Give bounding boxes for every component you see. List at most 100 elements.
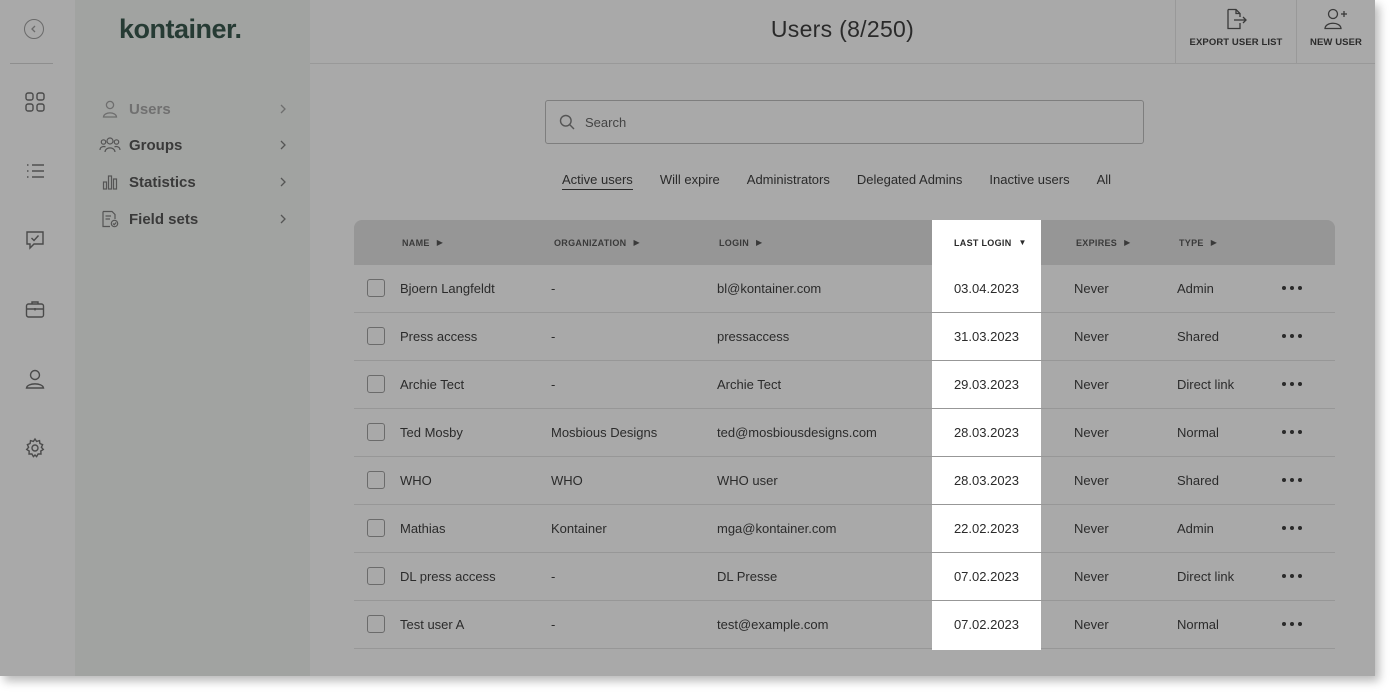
rail-item-list[interactable] (23, 159, 47, 183)
table-row[interactable]: WHO WHO WHO user 28.03.2023 Never Shared (354, 457, 1335, 505)
row-more-options-button[interactable] (1282, 328, 1302, 344)
column-header-name[interactable]: NAME ▶ (402, 220, 443, 265)
sidebar-item-label: Statistics (129, 173, 196, 191)
rail-item-dashboard[interactable] (23, 90, 47, 114)
cell-type: Admin (1177, 521, 1214, 536)
field-sets-icon (99, 209, 121, 229)
dot (1298, 382, 1302, 386)
cell-organization: - (551, 617, 556, 632)
user-filter-tabs: Active users Will expire Administrators … (562, 172, 1138, 190)
cell-organization: WHO (551, 473, 583, 488)
table-row[interactable]: DL press access - DL Presse 07.02.2023 N… (354, 553, 1335, 601)
cell-name: DL press access (400, 569, 496, 584)
cell-login: ted@mosbiousdesigns.com (717, 425, 877, 440)
column-header-login[interactable]: LOGIN ▶ (719, 220, 762, 265)
row-more-options-button[interactable] (1282, 424, 1302, 440)
cell-expires: Never (1074, 521, 1109, 536)
tab-all[interactable]: All (1097, 172, 1111, 190)
cell-name: Ted Mosby (400, 425, 463, 440)
chevron-right-icon (277, 139, 289, 151)
dot (1282, 382, 1286, 386)
sidebar-item-field-sets[interactable]: Field sets (99, 207, 289, 231)
cell-type: Direct link (1177, 569, 1235, 584)
cell-name: Archie Tect (400, 377, 465, 392)
sort-descending-icon: ▼ (1018, 238, 1027, 247)
row-more-options-button[interactable] (1282, 472, 1302, 488)
cell-type: Normal (1177, 425, 1219, 440)
sidebar-item-users[interactable]: Users (99, 97, 289, 121)
cell-organization: - (551, 329, 556, 344)
column-header-organization[interactable]: ORGANIZATION ▶ (554, 220, 640, 265)
cell-organization: - (551, 281, 556, 296)
cell-name: Test user A (400, 617, 465, 632)
column-header-label: ORGANIZATION (554, 237, 627, 248)
table-row[interactable]: Bjoern Langfeldt - bl@kontainer.com 03.0… (354, 265, 1335, 313)
icon-rail (0, 0, 75, 676)
rail-item-profile[interactable] (23, 367, 47, 391)
row-checkbox[interactable] (367, 615, 385, 633)
sidebar-item-groups[interactable]: Groups (99, 133, 289, 157)
tab-will-expire[interactable]: Will expire (660, 172, 720, 190)
row-more-options-button[interactable] (1282, 568, 1302, 584)
sidebar-item-statistics[interactable]: Statistics (99, 170, 289, 194)
cell-login: WHO user (717, 473, 778, 488)
row-checkbox[interactable] (367, 375, 385, 393)
row-checkbox[interactable] (367, 327, 385, 345)
table-row[interactable]: Press access - pressaccess 31.03.2023 Ne… (354, 313, 1335, 361)
table-header: NAME ▶ ORGANIZATION ▶ LOGIN ▶ LAST LOGIN ▼ E… (354, 220, 1335, 265)
users-group-icon (99, 135, 121, 155)
dot (1290, 526, 1294, 530)
chevron-right-icon (277, 176, 289, 188)
tab-delegated-admins[interactable]: Delegated Admins (857, 172, 963, 190)
search-input[interactable] (585, 114, 1105, 130)
table-row[interactable]: Archie Tect - Archie Tect 29.03.2023 Nev… (354, 361, 1335, 409)
person-icon (25, 369, 45, 389)
dot (1298, 478, 1302, 482)
rail-item-approvals[interactable] (23, 228, 47, 252)
grid-icon (25, 92, 45, 112)
table-body: Bjoern Langfeldt - bl@kontainer.com 03.0… (354, 265, 1335, 649)
chevron-right-icon (277, 213, 289, 225)
row-checkbox[interactable] (367, 519, 385, 537)
row-more-options-button[interactable] (1282, 520, 1302, 536)
row-checkbox[interactable] (367, 423, 385, 441)
rail-item-settings[interactable] (23, 436, 47, 460)
table-row[interactable]: Mathias Kontainer mga@kontainer.com 22.0… (354, 505, 1335, 553)
export-file-icon (1227, 8, 1247, 30)
table-row[interactable]: Test user A - test@example.com 07.02.202… (354, 601, 1335, 649)
column-header-label: LOGIN (719, 237, 749, 248)
column-header-expires[interactable]: EXPIRES ▶ (1076, 220, 1131, 265)
collapse-sidebar-button[interactable] (24, 19, 44, 39)
column-header-type[interactable]: TYPE ▶ (1179, 220, 1217, 265)
row-more-options-button[interactable] (1282, 376, 1302, 392)
cell-last-login: 31.03.2023 (932, 313, 1041, 360)
row-checkbox[interactable] (367, 567, 385, 585)
export-user-list-button[interactable]: EXPORT USER LIST (1175, 0, 1296, 63)
cell-login: DL Presse (717, 569, 778, 584)
column-header-last-login[interactable]: LAST LOGIN ▼ (932, 220, 1041, 265)
sort-arrow-icon: ▶ (633, 238, 640, 247)
column-header-label: LAST LOGIN (954, 237, 1012, 248)
cell-login: Archie Tect (717, 377, 782, 392)
tab-administrators[interactable]: Administrators (747, 172, 830, 190)
row-checkbox[interactable] (367, 471, 385, 489)
dot (1290, 382, 1294, 386)
tab-active-users[interactable]: Active users (562, 172, 633, 190)
rail-item-briefcase[interactable] (23, 297, 47, 321)
dot (1290, 574, 1294, 578)
row-checkbox[interactable] (367, 279, 385, 297)
cell-expires: Never (1074, 617, 1109, 632)
add-user-icon (1324, 8, 1347, 30)
dot (1290, 430, 1294, 434)
cell-login: test@example.com (717, 617, 829, 632)
dot (1298, 622, 1302, 626)
cell-last-login: 03.04.2023 (932, 265, 1041, 312)
sidebar: kontainer. Users Groups Statistics Field… (75, 0, 310, 676)
new-user-button[interactable]: NEW USER (1296, 0, 1375, 63)
row-more-options-button[interactable] (1282, 616, 1302, 632)
row-more-options-button[interactable] (1282, 280, 1302, 296)
table-row[interactable]: Ted Mosby Mosbious Designs ted@mosbiousd… (354, 409, 1335, 457)
tab-inactive-users[interactable]: Inactive users (989, 172, 1069, 190)
cell-last-login: 28.03.2023 (932, 457, 1041, 504)
cell-login: mga@kontainer.com (717, 521, 837, 536)
